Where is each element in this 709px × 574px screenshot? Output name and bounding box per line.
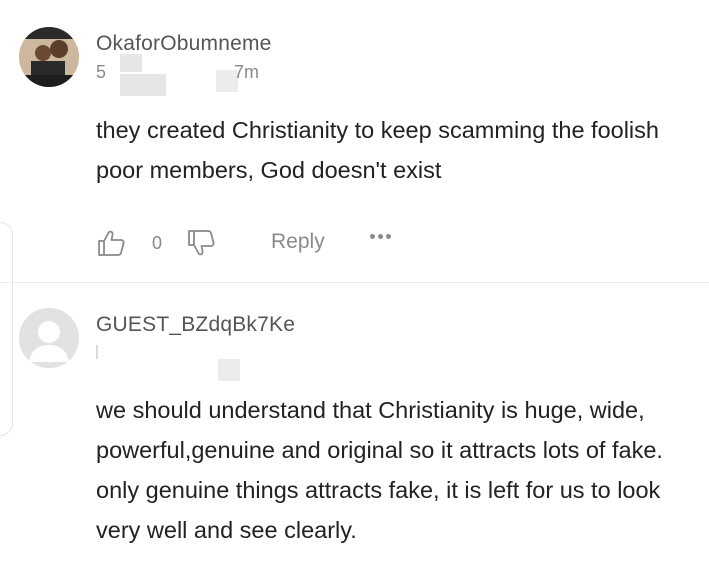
thumbs-down-icon — [188, 230, 215, 256]
more-options-button[interactable] — [370, 234, 394, 239]
reply-button[interactable]: Reply — [271, 230, 325, 254]
timestamp-suffix: 7m — [234, 62, 260, 82]
like-count: 0 — [152, 233, 163, 253]
more-icon — [370, 234, 394, 239]
default-avatar-icon — [19, 308, 79, 368]
timestamp-prefix: 5 — [96, 62, 107, 82]
comment-item: GUEST_BZdqBk7Ke we should understand tha… — [0, 282, 709, 574]
comment-actions: 0 Reply — [96, 226, 416, 262]
avatar-image — [19, 27, 79, 87]
dislike-button[interactable] — [186, 228, 216, 258]
comment-item: OkaforObumneme 5 7m they created Christi… — [0, 0, 709, 282]
timestamp — [96, 343, 296, 381]
avatar[interactable] — [19, 27, 79, 87]
timestamp: 5 7m — [96, 54, 296, 96]
like-button[interactable] — [96, 228, 126, 258]
avatar[interactable] — [19, 308, 79, 368]
username[interactable]: OkaforObumneme — [96, 32, 272, 56]
redaction-block — [218, 359, 240, 381]
comment-text: they created Christianity to keep scammi… — [96, 117, 659, 183]
username[interactable]: GUEST_BZdqBk7Ke — [96, 313, 295, 337]
comment-text: we should understand that Christianity i… — [96, 397, 663, 543]
thumbs-up-icon — [98, 230, 125, 256]
redaction-block — [120, 74, 166, 96]
redaction-block — [120, 54, 142, 72]
redaction-block — [96, 345, 98, 359]
